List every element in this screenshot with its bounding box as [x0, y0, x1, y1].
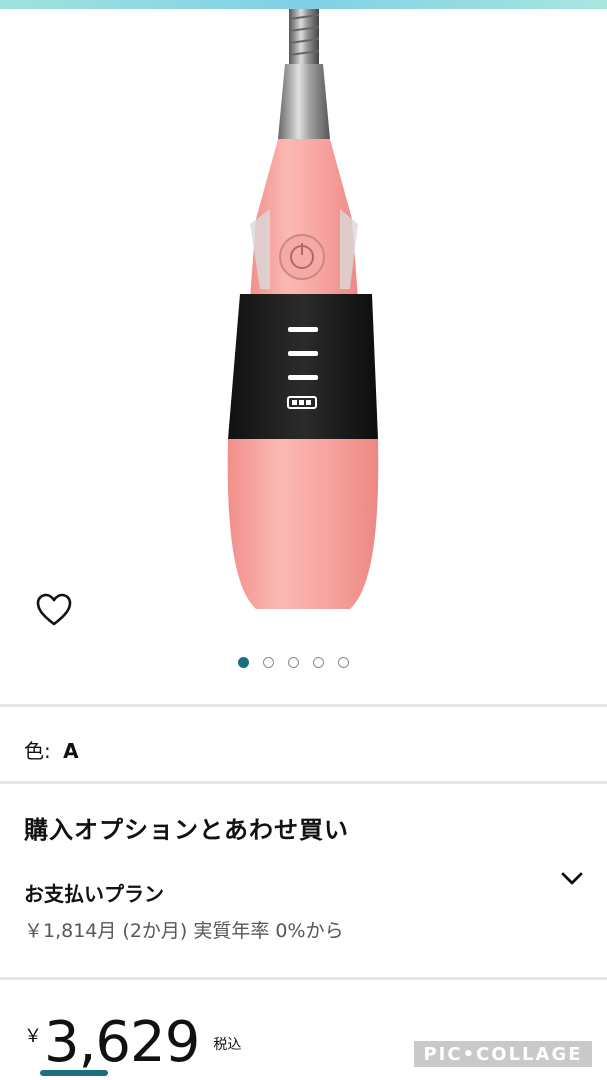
pagination-dot-4[interactable] [313, 657, 324, 668]
divider [0, 781, 607, 784]
pagination-dot-1[interactable] [238, 657, 249, 668]
watermark: PIC•COLLAGE [413, 1040, 593, 1068]
pagination-dot-3[interactable] [288, 657, 299, 668]
color-selector[interactable]: 色: A [24, 735, 79, 764]
color-value: A [63, 739, 79, 763]
product-image-gallery[interactable] [0, 9, 607, 699]
color-label: 色: [24, 739, 51, 763]
product-image [227, 9, 379, 609]
pagination-dot-2[interactable] [263, 657, 274, 668]
chevron-down-icon[interactable] [558, 864, 586, 892]
image-pagination-dots [238, 657, 349, 668]
divider [0, 977, 607, 980]
top-decor-bar [0, 0, 607, 9]
divider [0, 704, 607, 707]
payment-plan-title[interactable]: お支払いプラン [24, 878, 164, 907]
price-underline [40, 1070, 108, 1076]
pagination-dot-5[interactable] [338, 657, 349, 668]
price-amount: 3,629 [44, 1010, 200, 1075]
heart-outline-icon[interactable] [34, 591, 74, 629]
tax-note: 税込 [213, 1037, 242, 1053]
currency-symbol: ￥ [24, 1026, 42, 1047]
payment-plan-detail: ￥1,814月 (2か月) 実質年率 0%から [24, 920, 344, 942]
purchase-options-title: 購入オプションとあわせ買い [24, 816, 349, 844]
price-block: ￥ 3,629 税込 [24, 1008, 241, 1078]
